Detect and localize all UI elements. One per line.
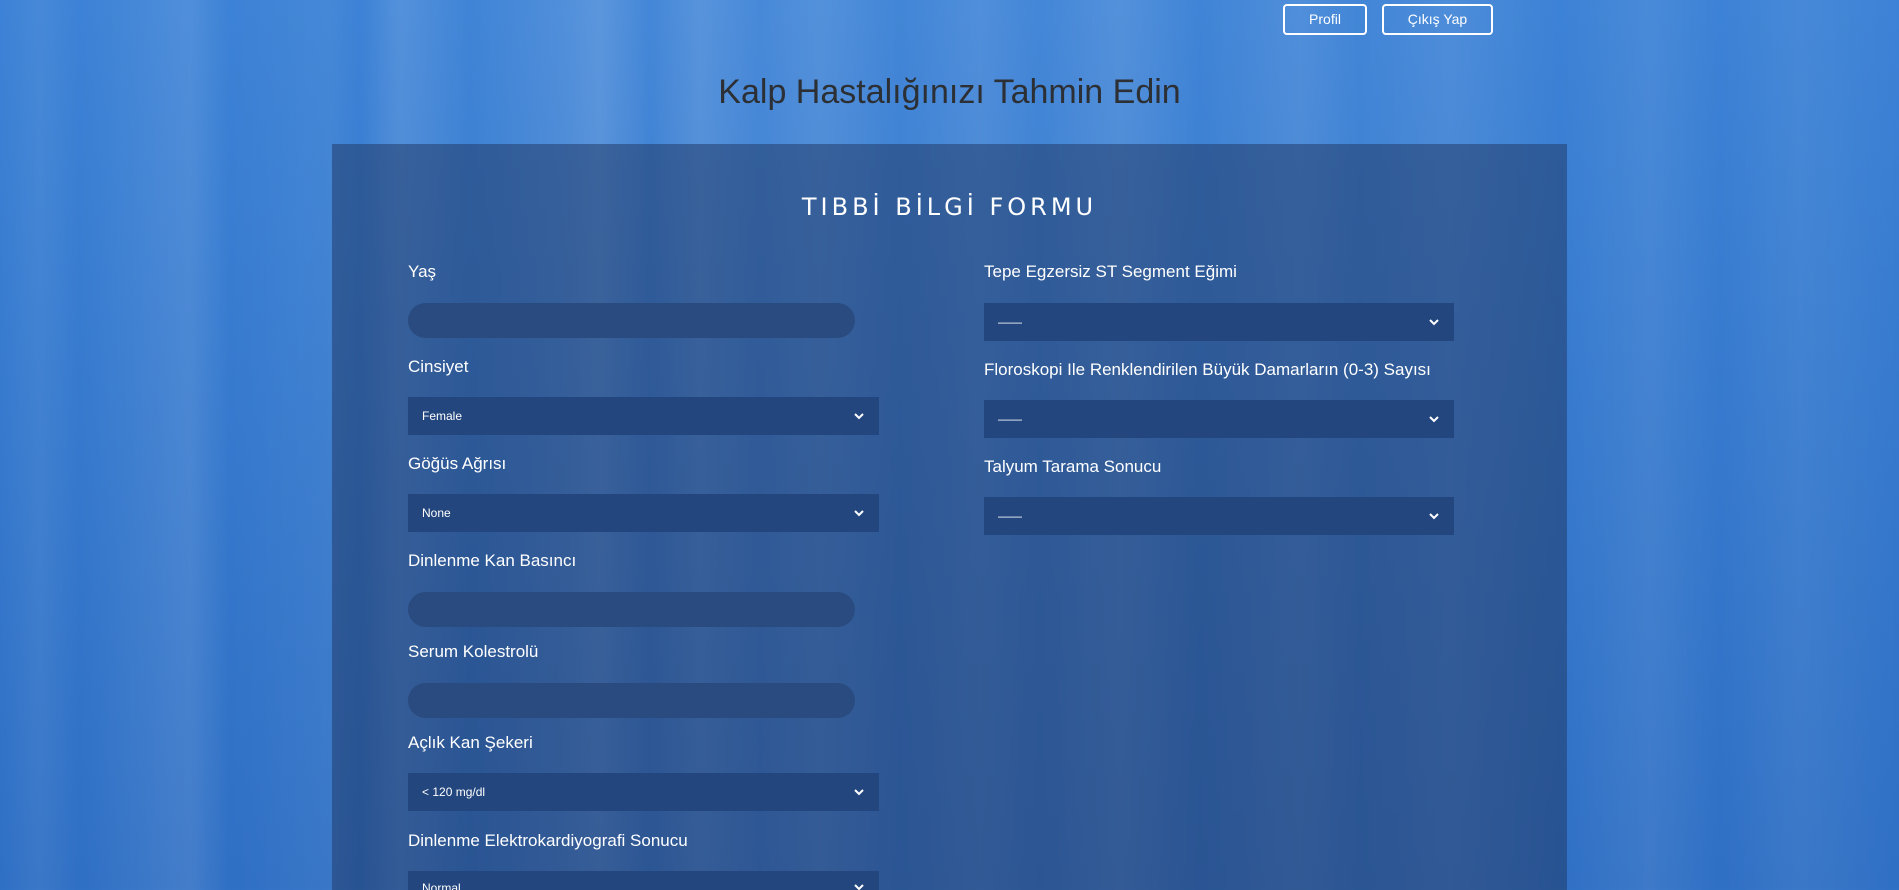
sex-select-value: Female (422, 409, 463, 423)
top-nav: Profil Çıkış Yap (1283, 4, 1493, 35)
thallium-select-value: —— (998, 509, 1022, 523)
st-slope-select[interactable]: —— (984, 303, 1454, 341)
chevron-down-icon (1428, 316, 1440, 328)
resting-bp-label: Dinlenme Kan Basıncı (408, 551, 577, 570)
resting-ecg-label: Dinlenme Elektrokardiyografi Sonucu (408, 831, 688, 850)
chevron-down-icon (853, 410, 865, 422)
vessels-label: Floroskopi Ile Renklendirilen Büyük Dama… (984, 360, 1431, 379)
page-title: Kalp Hastalığınızı Tahmin Edin (718, 73, 1181, 111)
chest-pain-label: Göğüs Ağrısı (408, 454, 507, 473)
resting-ecg-select-value: Normal (422, 881, 461, 890)
chevron-down-icon (1428, 510, 1440, 522)
st-slope-select-value: —— (998, 315, 1022, 329)
chevron-down-icon (1428, 413, 1440, 425)
chevron-down-icon (853, 881, 865, 890)
fasting-sugar-select[interactable]: < 120 mg/dl (408, 773, 879, 811)
age-label: Yaş (408, 262, 437, 281)
profile-button[interactable]: Profil (1283, 4, 1367, 35)
chevron-down-icon (853, 507, 865, 519)
sex-select[interactable]: Female (408, 397, 879, 435)
chevron-down-icon (853, 786, 865, 798)
chest-pain-select-value: None (422, 506, 451, 520)
st-slope-label: Tepe Egzersiz ST Segment Eğimi (984, 262, 1237, 281)
fasting-sugar-select-value: < 120 mg/dl (422, 785, 486, 799)
vessels-select-value: —— (998, 412, 1022, 426)
logout-button[interactable]: Çıkış Yap (1382, 4, 1493, 35)
cholesterol-input[interactable] (408, 683, 855, 718)
sex-label: Cinsiyet (408, 357, 469, 376)
vessels-select[interactable]: —— (984, 400, 1454, 438)
cholesterol-label: Serum Kolestrolü (408, 642, 539, 661)
fasting-sugar-label: Açlık Kan Şekeri (408, 733, 533, 752)
age-input[interactable] (408, 303, 855, 338)
resting-bp-input[interactable] (408, 592, 855, 627)
chest-pain-select[interactable]: None (408, 494, 879, 532)
thallium-label: Talyum Tarama Sonucu (984, 457, 1162, 476)
form-title: TIBBİ BİLGİ FORMU (801, 193, 1098, 221)
thallium-select[interactable]: —— (984, 497, 1454, 535)
resting-ecg-select[interactable]: Normal (408, 871, 879, 890)
